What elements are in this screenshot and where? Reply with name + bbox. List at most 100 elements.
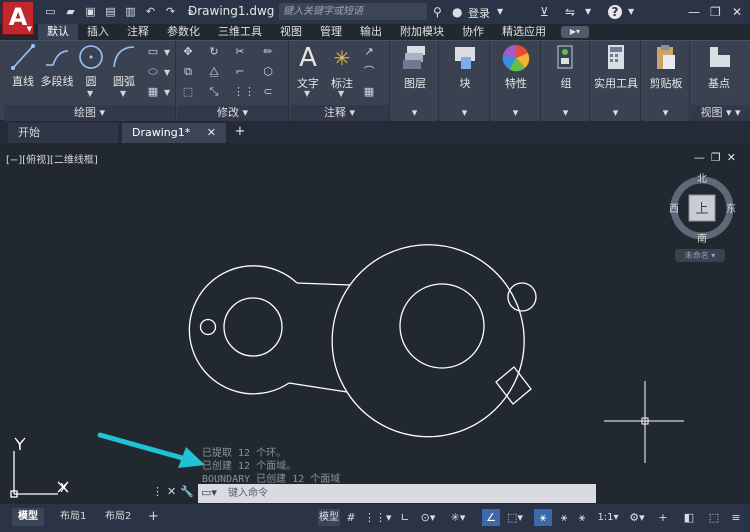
properties-panel[interactable]: 特性 ▾ xyxy=(491,41,541,121)
auto-scale-icon[interactable]: ⚹ xyxy=(556,509,572,526)
arc-dropdown-icon[interactable]: ▼ xyxy=(120,89,126,98)
user-icon[interactable]: ● xyxy=(452,4,462,20)
hatch-dropdown-icon[interactable]: ▼ xyxy=(164,88,170,97)
layers-dropdown-icon[interactable]: ▾ xyxy=(391,105,438,121)
application-menu-button[interactable]: A ▼ xyxy=(2,1,34,35)
command-input[interactable]: 键入命令 xyxy=(228,484,268,503)
properties-dropdown-icon[interactable]: ▾ xyxy=(491,105,540,121)
close-command-icon[interactable]: ✕ xyxy=(167,485,180,498)
print-icon[interactable]: ▥ xyxy=(124,6,137,18)
properties-button[interactable]: 特性 xyxy=(497,43,535,91)
search-input[interactable]: 键入关键字或短语 xyxy=(279,3,427,20)
grid-icon[interactable]: # xyxy=(344,509,358,526)
help-dropdown-icon[interactable]: ▼ xyxy=(628,4,634,20)
tab-output[interactable]: 输出 xyxy=(351,24,391,40)
layout-tab-layout1[interactable]: 布局1 xyxy=(54,508,92,526)
text-tool-button[interactable]: A 文字 ▼ xyxy=(294,43,322,98)
clipboard-panel[interactable]: 剪贴板 ▾ xyxy=(642,41,690,121)
group-button[interactable]: 组 xyxy=(550,43,582,91)
redo-icon[interactable]: ↷ xyxy=(164,6,177,18)
erase-icon[interactable]: ✏ xyxy=(261,45,275,59)
utilities-panel[interactable]: 实用工具 ▾ xyxy=(591,41,641,121)
tab-start[interactable]: 开始 xyxy=(8,123,118,143)
draw-panel-title[interactable]: 绘图 ▾ xyxy=(4,105,175,121)
line-tool-button[interactable]: 直线 xyxy=(8,43,38,89)
tab-addins[interactable]: 附加模块 xyxy=(391,24,453,40)
isolate-objects-icon[interactable]: ◧ xyxy=(682,509,696,526)
leader-icon[interactable]: ↗ xyxy=(362,45,376,59)
close-tab-icon[interactable]: ✕ xyxy=(207,123,216,143)
dimension-tool-button[interactable]: ✳ 标注 ▼ xyxy=(328,43,356,98)
utilities-dropdown-icon[interactable]: ▾ xyxy=(591,105,640,121)
text-dropdown-icon[interactable]: ▼ xyxy=(304,89,310,98)
cart-icon[interactable]: ⊻ xyxy=(540,4,549,20)
minimize-window-icon[interactable]: — xyxy=(688,4,700,20)
viewcube[interactable]: 上 北 南 东 西 xyxy=(669,173,736,245)
layers-button[interactable]: 图层 xyxy=(397,43,433,91)
tab-insert[interactable]: 插入 xyxy=(78,24,118,40)
layout-tab-model[interactable]: 模型 xyxy=(12,508,44,526)
tab-parametric[interactable]: 参数化 xyxy=(158,24,209,40)
utilities-button[interactable]: 实用工具 xyxy=(593,43,639,91)
view-panel[interactable]: 基点 视图 ▾ ▾ xyxy=(691,41,750,121)
annotation-visibility-icon[interactable]: ⚹ xyxy=(534,509,552,526)
offset-icon[interactable]: ⊂ xyxy=(261,85,275,99)
help-icon[interactable]: ? xyxy=(608,5,622,19)
clipboard-dropdown-icon[interactable]: ▾ xyxy=(642,105,689,121)
add-layout-button[interactable]: + xyxy=(142,508,165,526)
customize-icon[interactable]: 🔧 xyxy=(180,485,198,498)
block-button[interactable]: 块 xyxy=(448,43,482,91)
circle-tool-button[interactable]: 圆 ▼ xyxy=(76,43,106,98)
polar-icon[interactable]: ⊙▾ xyxy=(418,509,438,526)
arc-tool-button[interactable]: 圆弧 ▼ xyxy=(108,43,140,98)
selection-cycling-icon[interactable]: ⬚▾ xyxy=(504,509,526,526)
block-panel[interactable]: 块 ▾ xyxy=(440,41,490,121)
ortho-icon[interactable]: ∟ xyxy=(398,509,412,526)
binoculars-icon[interactable]: ⚲ xyxy=(433,4,442,20)
move-icon[interactable]: ✥ xyxy=(181,45,195,59)
lineweight-icon[interactable]: ∠ xyxy=(482,509,500,526)
settings-gear-icon[interactable]: ⚙▾ xyxy=(626,509,648,526)
modify-panel-title[interactable]: 修改 ▾ xyxy=(177,105,288,121)
open-folder-icon[interactable]: ▰ xyxy=(64,6,77,18)
table-icon[interactable]: ▦ xyxy=(362,85,376,99)
model-space-button[interactable]: 模型 xyxy=(318,509,340,526)
rectangle-dropdown-icon[interactable]: ▼ xyxy=(164,48,170,57)
tab-view[interactable]: 视图 xyxy=(271,24,311,40)
ellipse-icon[interactable]: ⬭ xyxy=(146,65,160,79)
close-window-icon[interactable]: ✕ xyxy=(732,4,742,20)
save-icon[interactable]: ▣ xyxy=(84,6,97,18)
osnap-icon[interactable]: ✳▾ xyxy=(448,509,468,526)
tab-featured-apps[interactable]: 精选应用 xyxy=(493,24,555,40)
copy-icon[interactable]: ⧉ xyxy=(181,65,195,79)
save-as-icon[interactable]: ▤ xyxy=(104,6,117,18)
rotate-icon[interactable]: ↻ xyxy=(207,45,221,59)
add-icon[interactable]: + xyxy=(656,509,670,526)
polyline-tool-button[interactable]: 多段线 xyxy=(40,43,74,89)
tab-manage[interactable]: 管理 xyxy=(311,24,351,40)
clean-screen-icon[interactable]: ⬚ xyxy=(706,509,722,526)
scale-icon[interactable]: ⤡ xyxy=(207,85,221,99)
circle-dropdown-icon[interactable]: ▼ xyxy=(87,89,93,98)
view-panel-title[interactable]: 视图 ▾ ▾ xyxy=(691,105,750,121)
array-icon[interactable]: ⋮⋮ xyxy=(233,85,255,99)
trim-icon[interactable]: ✂ xyxy=(233,45,247,59)
layers-panel[interactable]: 图层 ▾ xyxy=(391,41,439,121)
hatch-icon[interactable]: ▦ xyxy=(146,85,160,99)
drawing-canvas[interactable]: [−][俯视][二维线框] —❐✕ 上 北 南 东 西 Y X 未命名 ▾ 已提… xyxy=(0,146,750,504)
login-button[interactable]: 登录 xyxy=(468,5,490,21)
annotation-panel-title[interactable]: 注释 ▾ xyxy=(290,105,389,121)
exchange-dropdown-icon[interactable]: ▼ xyxy=(585,4,591,20)
tab-home[interactable]: 默认 xyxy=(38,24,78,40)
new-file-icon[interactable]: ▭ xyxy=(44,6,57,18)
ellipse-dropdown-icon[interactable]: ▼ xyxy=(164,68,170,77)
snap-icon[interactable]: ⋮⋮▾ xyxy=(364,509,392,526)
tab-annotate[interactable]: 注释 xyxy=(118,24,158,40)
tab-3d-tools[interactable]: 三维工具 xyxy=(209,24,271,40)
command-bar[interactable]: ▭▾ 键入命令 xyxy=(198,484,596,503)
groups-dropdown-icon[interactable]: ▾ xyxy=(542,105,589,121)
stretch-icon[interactable]: ⬚ xyxy=(181,85,195,99)
explode-icon[interactable]: ⬡ xyxy=(261,65,275,79)
dimension-dropdown-icon[interactable]: ▼ xyxy=(338,89,344,98)
login-dropdown-icon[interactable]: ▼ xyxy=(497,4,503,20)
